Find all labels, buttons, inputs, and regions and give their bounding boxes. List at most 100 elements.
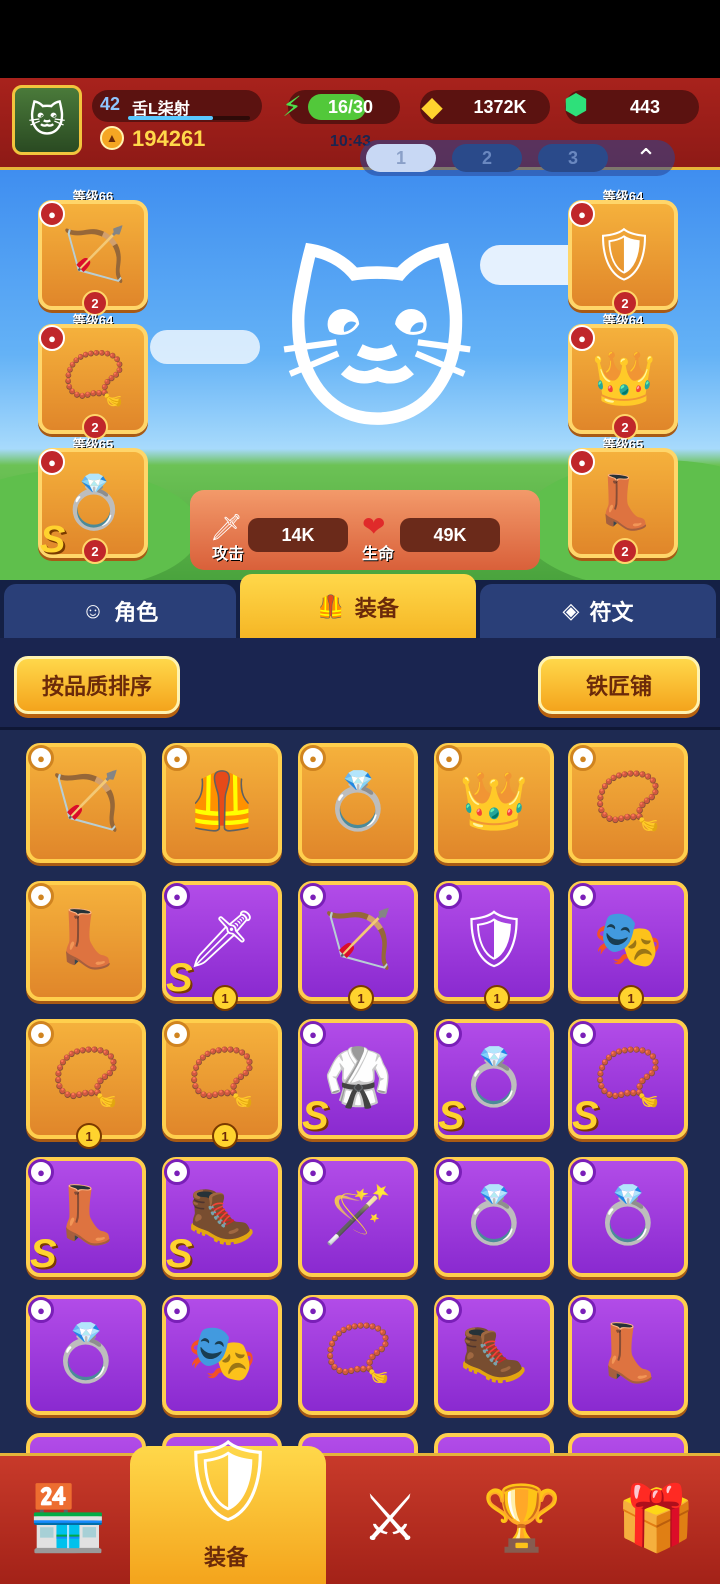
events-icon: 🎁 (616, 1481, 696, 1554)
player-level: 42 (100, 94, 121, 114)
inventory-item[interactable]: ● 📿 S (568, 1019, 688, 1139)
armor-icon: 🛡 (590, 225, 657, 284)
inventory-item[interactable]: ● 🥾 (434, 1295, 554, 1415)
sort-by-quality-button[interactable]: 按品质排序 (14, 656, 180, 714)
inventory-item[interactable]: ● 💍 (298, 743, 418, 863)
equipped-slot[interactable]: ● 👑 2 (568, 324, 678, 440)
hp-value: 49K (433, 524, 467, 545)
inventory-item[interactable]: ● 🥋 S (298, 1019, 418, 1139)
inventory-item-partial[interactable] (434, 1433, 554, 1453)
ring-icon: 💍 (593, 1183, 663, 1246)
inventory-item[interactable]: ● 🎭 1 (568, 881, 688, 1011)
boots-icon: 👢 (51, 907, 121, 970)
s-rank-mark: S (166, 1232, 193, 1276)
inventory-item[interactable]: ● 💍 (26, 1295, 146, 1415)
tab-role-label: 角色 (114, 600, 159, 625)
inventory-item[interactable]: ● 🗡 S 1 (162, 881, 282, 1011)
loadout-tab-2[interactable]: 2 (452, 144, 522, 172)
boots-icon: 👢 (593, 1321, 663, 1384)
boots-icon: 🥾 (187, 1183, 257, 1246)
inventory-item-partial[interactable] (568, 1433, 688, 1453)
inventory-item[interactable]: ● 📿 (298, 1295, 418, 1415)
cloud (150, 330, 260, 364)
gold-icon: ◆ (421, 90, 443, 122)
equipped-slot[interactable]: ● 📿 2 (38, 324, 148, 440)
nav-shop[interactable]: 🏪 (8, 1458, 128, 1578)
energy-value: 16/30 (328, 97, 374, 117)
count-badge: 1 (76, 1123, 102, 1149)
s-rank-mark: S (166, 956, 193, 1000)
inventory-item[interactable]: ● 🥾 S (162, 1157, 282, 1277)
level-name-bar: 42 舌L柒射 (92, 90, 262, 122)
necklace-icon: 📿 (593, 769, 663, 832)
inventory-item[interactable]: ● 🏹 (26, 743, 146, 863)
ring-icon: 💍 (459, 1045, 529, 1108)
count-badge: 1 (618, 985, 644, 1011)
inventory-item[interactable]: ● 👢 (568, 1295, 688, 1415)
necklace-icon: 📿 (51, 1045, 121, 1108)
rune-icon: ◈ (562, 598, 580, 623)
equipped-slot[interactable]: ● 🏹 2 (38, 200, 148, 316)
mask-icon: 🎭 (593, 907, 663, 970)
equipped-slot[interactable]: ● 💍 2 S (38, 448, 148, 564)
inventory-item[interactable]: ● 💍 S (434, 1019, 554, 1139)
crown-icon: 👑 (459, 769, 529, 832)
s-rank-mark: S (302, 1094, 329, 1138)
inventory-item-partial[interactable] (26, 1433, 146, 1453)
necklace-icon: 📿 (593, 1045, 663, 1108)
gold-value: 1372K (473, 96, 527, 117)
cat-archer-character: 🐱 (277, 239, 477, 452)
gems-value: 443 (629, 96, 661, 117)
blacksmith-button[interactable]: 铁匠铺 (538, 656, 700, 714)
s-rank-mark: S (438, 1094, 465, 1138)
equipment-icon: 🦺 (317, 594, 345, 619)
boots-icon: 🥾 (459, 1321, 529, 1384)
inventory-item[interactable]: ● 🎭 (162, 1295, 282, 1415)
inventory-item[interactable]: ● 🦺 (162, 743, 282, 863)
bow-icon: 🏹 (323, 907, 393, 970)
inventory-item[interactable]: ● 💍 (568, 1157, 688, 1277)
energy-icon: ⚡ (282, 90, 302, 122)
inventory-item[interactable]: ● 🏹 1 (298, 881, 418, 1011)
player-avatar[interactable]: 🐱 (12, 85, 82, 155)
inventory-item[interactable]: ● 🪄 (298, 1157, 418, 1277)
loadout-tab-1[interactable]: 1 (366, 144, 436, 172)
inventory-item[interactable]: ● 👢 (26, 881, 146, 1001)
inventory-item[interactable]: ● 📿 (568, 743, 688, 863)
bow-icon: 🏹 (61, 225, 127, 284)
nav-equipment-label: 装备 (204, 1545, 249, 1570)
shop-icon: 🏪 (28, 1481, 108, 1554)
boots-icon: 👢 (51, 1183, 121, 1246)
hp-stat: 49K (400, 518, 500, 552)
tab-rune-label: 符文 (589, 600, 634, 625)
inventory-item[interactable]: ● 👢 S (26, 1157, 146, 1277)
attack-stat: 14K (248, 518, 348, 552)
heart-icon: ❤ (362, 511, 386, 542)
inventory-item[interactable]: ● 💍 (434, 1157, 554, 1277)
hp-label: 生命 (362, 546, 395, 563)
inventory-item[interactable]: ● 📿 1 (162, 1019, 282, 1149)
nav-events[interactable]: 🎁 (596, 1458, 716, 1578)
count-badge: 1 (212, 1123, 238, 1149)
equipped-slot[interactable]: ● 🛡 2 (568, 200, 678, 316)
count-badge: 1 (348, 985, 374, 1011)
nav-equipment-active[interactable]: 🛡 装备 (130, 1436, 326, 1584)
status-bar (0, 0, 720, 78)
nav-battle[interactable]: ⚔ (330, 1458, 450, 1578)
inventory-item[interactable]: ● 🛡 1 (434, 881, 554, 1011)
mask-icon: 🎭 (187, 1321, 257, 1384)
hanger-icon[interactable]: ⌃ (626, 140, 666, 176)
power-value: 194261 (132, 126, 206, 151)
nav-trophy[interactable]: 🏆 (462, 1458, 582, 1578)
tab-equipment[interactable]: 🦺 装备 (240, 574, 476, 640)
equipped-slot[interactable]: ● 👢 2 (568, 448, 678, 564)
crown-icon: 👑 (591, 349, 657, 408)
inventory-item[interactable]: ● 👑 (434, 743, 554, 863)
ring-icon: 💍 (459, 1183, 529, 1246)
tab-role[interactable]: ☺ 角色 (4, 584, 236, 638)
ring-icon: 💍 (51, 1321, 121, 1384)
inventory-item[interactable]: ● 📿 1 (26, 1019, 146, 1149)
tab-rune[interactable]: ◈ 符文 (480, 584, 716, 638)
loadout-tab-3[interactable]: 3 (538, 144, 608, 172)
s-rank-mark: S (40, 519, 66, 561)
